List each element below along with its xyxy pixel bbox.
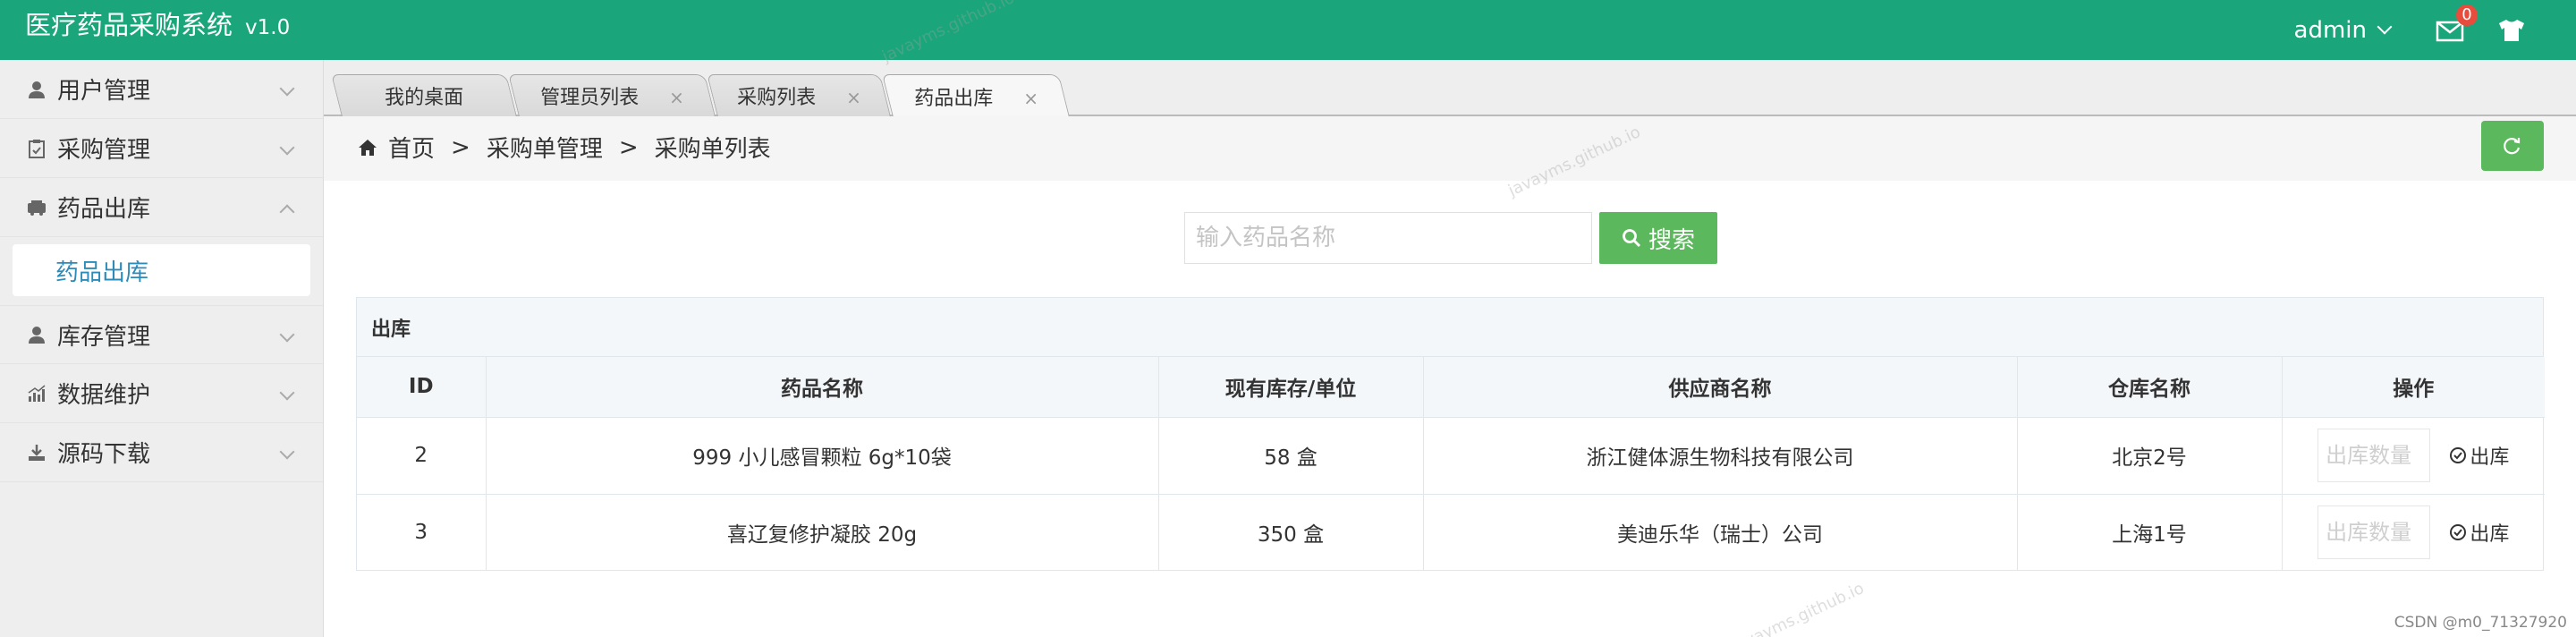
breadcrumb-separator: > xyxy=(451,133,470,161)
breadcrumb: 首页 > 采购单管理 > 采购单列表 xyxy=(358,131,771,164)
outbound-button[interactable]: 出库 xyxy=(2449,441,2509,470)
table-header-row: ID 药品名称 现有库存/单位 供应商名称 仓库名称 操作 xyxy=(357,357,2545,418)
column-header: ID xyxy=(357,357,487,418)
sidebar-subitem-drug-outbound[interactable]: 药品出库 xyxy=(13,244,310,296)
clipboard-icon xyxy=(27,139,47,158)
chevron-down-icon xyxy=(279,81,295,97)
outbound-panel: 出库 ID 药品名称 现有库存/单位 供应商名称 仓库名称 操作 2 999 小… xyxy=(356,297,2545,571)
mail-count-badge: 0 xyxy=(2456,4,2478,26)
user-menu[interactable]: admin xyxy=(2293,16,2393,44)
app-logo[interactable]: 医疗药品采购系统 v1.0 xyxy=(25,7,290,46)
download-icon xyxy=(27,443,47,463)
sidebar-item-label: 药品出库 xyxy=(57,196,151,223)
user-icon xyxy=(27,80,47,99)
chevron-down-icon xyxy=(279,327,295,343)
app-version: v1.0 xyxy=(245,16,291,39)
chevron-down-icon xyxy=(279,140,295,156)
mail-button[interactable]: 0 xyxy=(2435,4,2478,46)
home-icon xyxy=(359,139,377,156)
tab-bar: 我的桌面 管理员列表 × 采购列表 × 药品出库 × xyxy=(324,60,2576,117)
sidebar-item-source-download[interactable]: 源码下载 xyxy=(0,423,323,482)
top-header: 医疗药品采购系统 v1.0 admin 0 xyxy=(0,0,2576,60)
cell-stock: 350 盒 xyxy=(1158,494,1424,571)
cell-supplier: 美迪乐华（瑞士）公司 xyxy=(1423,494,2018,571)
cell-warehouse: 上海1号 xyxy=(2017,494,2283,571)
search-icon xyxy=(1623,229,1641,248)
close-icon[interactable]: × xyxy=(1023,88,1038,109)
sidebar-item-user-management[interactable]: 用户管理 xyxy=(0,60,323,119)
sidebar-item-label: 用户管理 xyxy=(57,78,151,105)
outbound-quantity-input[interactable] xyxy=(2318,429,2431,482)
sidebar-item-label: 源码下载 xyxy=(57,441,151,468)
app-title: 医疗药品采购系统 xyxy=(25,10,233,40)
table-row: 2 999 小儿感冒颗粒 6g*10袋 58 盒 浙江健体源生物科技有限公司 北… xyxy=(357,417,2545,495)
column-header: 仓库名称 xyxy=(2017,357,2283,418)
cell-warehouse: 北京2号 xyxy=(2017,417,2283,495)
breadcrumb-purchase-list: 采购单列表 xyxy=(654,136,771,163)
watermark: javayms.github.io xyxy=(1729,579,1868,637)
chevron-down-icon xyxy=(279,385,295,401)
tab-admin-list[interactable]: 管理员列表 × xyxy=(508,74,716,116)
user-icon xyxy=(27,325,47,344)
truck-icon xyxy=(27,198,47,217)
sidebar-item-label: 采购管理 xyxy=(57,137,151,164)
outbound-table: ID 药品名称 现有库存/单位 供应商名称 仓库名称 操作 2 999 小儿感冒… xyxy=(357,357,2545,571)
sidebar-item-purchase-management[interactable]: 采购管理 xyxy=(0,119,323,178)
cell-stock: 58 盒 xyxy=(1158,417,1424,495)
tab-purchase-list[interactable]: 采购列表 × xyxy=(707,74,891,116)
cell-actions: 出库 xyxy=(2282,417,2545,495)
breadcrumb-purchase-management[interactable]: 采购单管理 xyxy=(487,131,603,164)
tab-drug-outbound[interactable]: 药品出库 × xyxy=(882,74,1070,117)
chart-icon xyxy=(27,384,47,403)
cell-id: 2 xyxy=(357,417,487,495)
sidebar-item-drug-outbound[interactable]: 药品出库 xyxy=(0,178,323,237)
tab-my-desktop[interactable]: 我的桌面 xyxy=(331,74,517,116)
column-header: 供应商名称 xyxy=(1423,357,2018,418)
user-name: admin xyxy=(2293,16,2367,44)
footer-mark: CSDN @m0_71327920 xyxy=(2394,614,2567,632)
column-header: 现有库存/单位 xyxy=(1158,357,1424,418)
check-circle-icon xyxy=(2450,524,2467,541)
breadcrumb-bar: 首页 > 采购单管理 > 采购单列表 xyxy=(324,116,2576,181)
close-icon[interactable]: × xyxy=(846,87,861,108)
sidebar: 用户管理 采购管理 药品出库 药品出库 库存管理 数据维护 源码下载 xyxy=(0,60,324,637)
column-header: 操作 xyxy=(2282,357,2545,418)
search-input[interactable] xyxy=(1184,212,1592,264)
sidebar-item-label: 库存管理 xyxy=(57,323,151,351)
close-icon[interactable]: × xyxy=(669,87,684,108)
table-row: 3 喜辽复修护凝胶 20g 350 盒 美迪乐华（瑞士）公司 上海1号 出库 xyxy=(357,494,2545,571)
shirt-icon xyxy=(2499,19,2524,41)
cell-supplier: 浙江健体源生物科技有限公司 xyxy=(1423,417,2018,495)
cell-drug-name: 喜辽复修护凝胶 20g xyxy=(486,494,1159,571)
refresh-button[interactable] xyxy=(2481,121,2544,171)
column-header: 药品名称 xyxy=(486,357,1159,418)
sidebar-item-data-maintenance[interactable]: 数据维护 xyxy=(0,364,323,423)
check-circle-icon xyxy=(2450,447,2467,463)
outbound-quantity-input[interactable] xyxy=(2318,505,2431,560)
outbound-button[interactable]: 出库 xyxy=(2449,518,2509,547)
refresh-icon xyxy=(2504,138,2521,155)
chevron-up-icon xyxy=(279,204,295,220)
chevron-down-icon xyxy=(2377,19,2393,34)
cell-id: 3 xyxy=(357,494,487,571)
sidebar-item-inventory-management[interactable]: 库存管理 xyxy=(0,305,323,364)
panel-title: 出库 xyxy=(357,298,2543,357)
chevron-down-icon xyxy=(279,444,295,460)
cell-actions: 出库 xyxy=(2282,494,2545,571)
theme-button[interactable] xyxy=(2496,14,2528,47)
breadcrumb-home[interactable]: 首页 xyxy=(388,131,435,164)
cell-drug-name: 999 小儿感冒颗粒 6g*10袋 xyxy=(486,417,1159,495)
breadcrumb-separator: > xyxy=(618,133,639,161)
sidebar-item-label: 数据维护 xyxy=(57,382,151,409)
search-button[interactable]: 搜索 xyxy=(1599,212,1717,264)
search-button-label: 搜索 xyxy=(1648,225,1695,253)
